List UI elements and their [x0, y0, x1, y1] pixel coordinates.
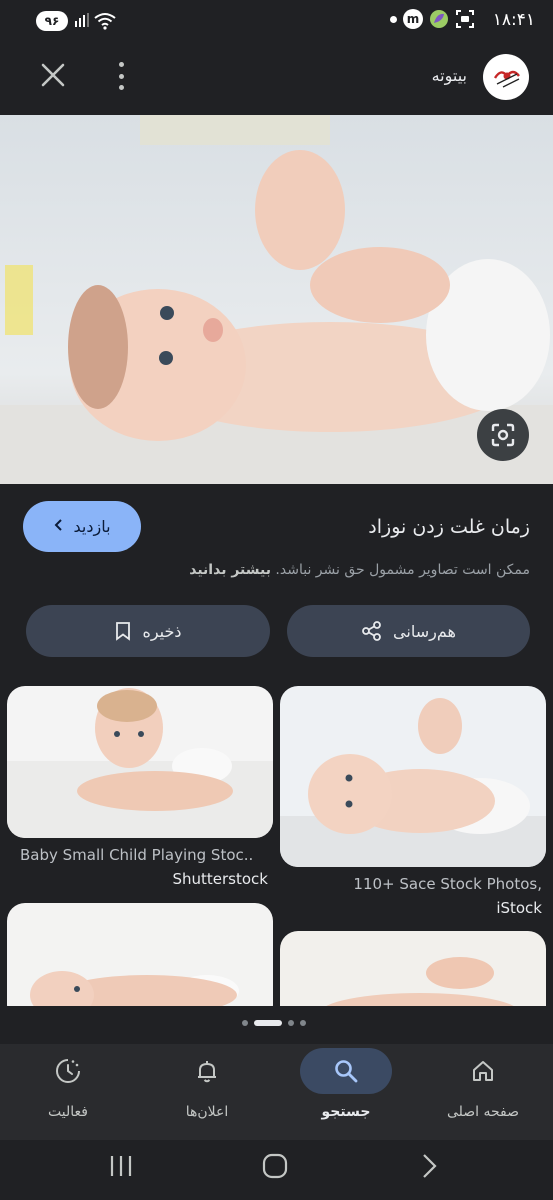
- nav-search[interactable]: جستجو: [286, 1048, 406, 1136]
- baby-photo: [0, 115, 553, 484]
- visit-label: بازدید: [73, 517, 111, 536]
- save-label: ذخیره: [142, 621, 182, 641]
- m-app-icon: m: [403, 9, 423, 29]
- result-image-1[interactable]: [280, 686, 546, 867]
- result-image-3[interactable]: [7, 903, 273, 1023]
- result-caption-2[interactable]: Baby Small Child Playing Stoc..: [20, 846, 270, 864]
- lens-icon: [491, 423, 515, 447]
- result-caption-1[interactable]: 110+ Sace Stock Photos,: [280, 875, 542, 893]
- chevron-left-icon: [53, 517, 65, 536]
- site-name[interactable]: بیتوته: [432, 66, 467, 85]
- search-icon: [300, 1048, 392, 1094]
- notice-text: ممکن است تصاویر مشمول حق نشر نباشد.: [275, 562, 530, 578]
- status-time: ۱۸:۴۱: [492, 10, 535, 30]
- result-source-2[interactable]: Shutterstock: [20, 870, 268, 888]
- learn-more-link[interactable]: بیشتر بدانید: [189, 562, 271, 578]
- share-icon: [362, 621, 381, 641]
- main-image[interactable]: [0, 115, 553, 484]
- site-logo[interactable]: [483, 54, 529, 100]
- notification-dot-icon: [390, 15, 397, 23]
- signal-icon: [75, 13, 89, 27]
- save-button[interactable]: ذخیره: [26, 605, 270, 657]
- activity-icon: [22, 1048, 114, 1094]
- home-icon: [437, 1048, 529, 1094]
- status-icons: m: [390, 9, 475, 29]
- lens-search-button[interactable]: [477, 409, 529, 461]
- nav-activity-label: فعالیت: [48, 1104, 88, 1120]
- baby-thumbnail: [280, 686, 546, 867]
- baby-thumbnail: [7, 903, 273, 1023]
- image-title: زمان غلت زدن نوزاد: [368, 516, 530, 538]
- nav-notifications[interactable]: اعلان‌ها: [147, 1048, 267, 1136]
- battery-indicator: ۹۶: [36, 11, 68, 31]
- screenshot-icon: [456, 10, 474, 28]
- nav-home[interactable]: صفحه اصلی: [423, 1048, 543, 1136]
- close-icon[interactable]: [38, 60, 68, 90]
- bitoote-logo-icon: [493, 70, 520, 88]
- baby-thumbnail: [7, 686, 273, 838]
- nav-search-label: جستجو: [321, 1104, 371, 1120]
- copyright-notice: ممکن است تصاویر مشمول حق نشر نباشد. بیشت…: [189, 562, 530, 578]
- bookmark-icon: [116, 622, 131, 641]
- visit-button[interactable]: بازدید: [23, 501, 141, 552]
- share-button[interactable]: هم‌رسانی: [287, 605, 530, 657]
- page-indicator: [242, 1020, 306, 1026]
- result-image-2[interactable]: [7, 686, 273, 838]
- nav-activity[interactable]: فعالیت: [8, 1048, 128, 1136]
- result-source-1[interactable]: iStock: [280, 899, 542, 917]
- bell-icon: [161, 1048, 253, 1094]
- recent-apps-icon[interactable]: [108, 1154, 134, 1178]
- wifi-icon: [94, 13, 116, 30]
- nav-home-label: صفحه اصلی: [446, 1104, 520, 1120]
- home-button-icon[interactable]: [262, 1153, 288, 1179]
- nav-notifications-label: اعلان‌ها: [185, 1104, 229, 1120]
- more-options-icon[interactable]: [112, 62, 130, 90]
- back-icon[interactable]: [420, 1153, 440, 1179]
- share-label: هم‌رسانی: [393, 621, 456, 641]
- leaf-app-icon: [430, 10, 448, 28]
